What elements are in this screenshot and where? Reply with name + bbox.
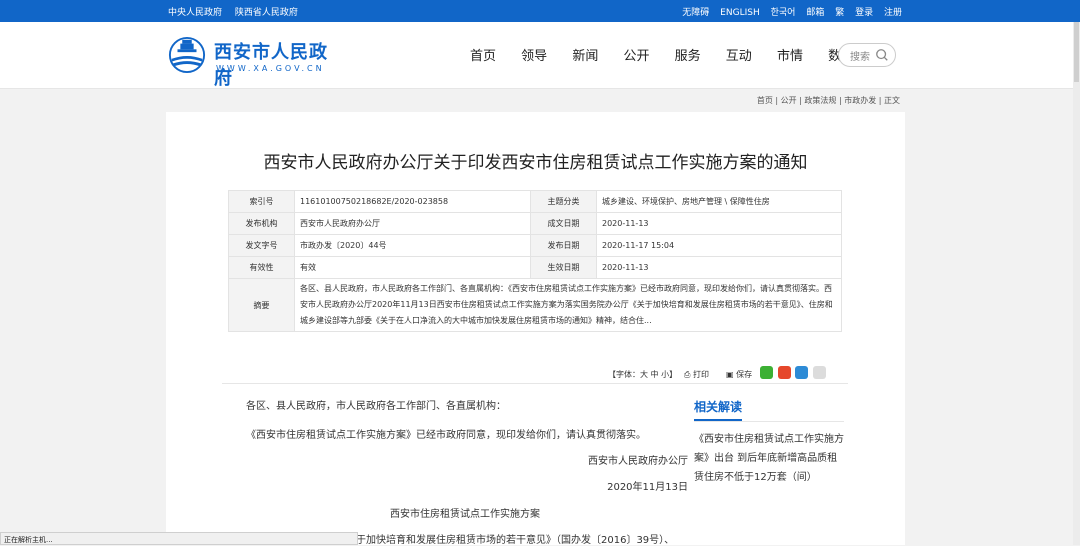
nav-city-info[interactable]: 市情: [777, 45, 803, 64]
topic-value: 城乡建设、环境保护、房地产管理 \ 保障性住房: [596, 190, 842, 213]
body-date: 2020年11月13日: [607, 482, 688, 493]
body-signature: 西安市人民政府办公厅: [588, 456, 688, 467]
validity-value: 有效: [294, 256, 531, 279]
save-button[interactable]: ▣ 保存: [726, 369, 752, 380]
site-domain: WWW.XA.GOV.CN: [216, 64, 325, 73]
search-placeholder: 搜索: [850, 52, 870, 63]
top-links-right: 无障碍 ENGLISH 한국어 邮箱 繁 登录 注册: [674, 5, 902, 18]
article-panel: 西安市人民政府办公厅关于印发西安市住房租赁试点工作实施方案的通知 索引号 116…: [166, 112, 905, 546]
body-paragraph: 《西安市住房租赁试点工作实施方案》已经市政府同意，现印发给你们，请认真贯彻落实。: [246, 430, 646, 441]
org-label: 发布机构: [228, 212, 295, 235]
doc-number-label: 发文字号: [228, 234, 295, 257]
browser-status-bar: 正在解析主机...: [0, 532, 358, 545]
main-nav: 首页 领导 新闻 公开 服务 互动 市情 数据: [470, 45, 875, 64]
wechat-icon[interactable]: [760, 366, 773, 379]
validity-label: 有效性: [228, 256, 295, 279]
scrollbar[interactable]: [1073, 22, 1080, 545]
related-link[interactable]: 《西安市住房租赁试点工作实施方案》出台 到后年底新增高品质租赁住房不低于12万套…: [694, 430, 844, 487]
top-bar: 中央人民政府 陕西省人民政府 无障碍 ENGLISH 한국어 邮箱 繁 登录 注…: [0, 0, 1080, 22]
nav-public[interactable]: 公开: [623, 45, 649, 64]
index-value: 11610100750218682E/2020-023858: [294, 190, 531, 213]
site-header: 西安市人民政府 WWW.XA.GOV.CN 首页 领导 新闻 公开 服务 互动 …: [0, 22, 1080, 89]
share-buttons: [760, 366, 828, 379]
summary-value: 各区、县人民政府，市人民政府各工作部门、各直属机构：《西安市住房租赁试点工作实施…: [294, 278, 842, 332]
related-divider: [694, 421, 844, 422]
topic-label: 主题分类: [530, 190, 597, 213]
nav-leaders[interactable]: 领导: [521, 45, 547, 64]
link-register[interactable]: 注册: [884, 8, 902, 18]
save-label: 保存: [736, 370, 753, 379]
print-button[interactable]: ⎙ 打印: [684, 369, 709, 380]
link-accessibility[interactable]: 无障碍: [682, 8, 709, 18]
link-english[interactable]: ENGLISH: [720, 8, 760, 18]
org-value: 西安市人民政府办公厅: [294, 212, 531, 235]
body-subtitle: 西安市住房租赁试点工作实施方案: [390, 509, 540, 520]
publish-date-label: 发布日期: [530, 234, 597, 257]
related-heading: 相关解读: [694, 398, 742, 421]
scrollbar-thumb[interactable]: [1074, 22, 1079, 82]
written-date-label: 成文日期: [530, 212, 597, 235]
weibo-icon[interactable]: [777, 366, 791, 379]
summary-label: 摘要: [228, 278, 295, 332]
link-korean[interactable]: 한국어: [771, 8, 796, 18]
page-title: 西安市人民政府办公厅关于印发西安市住房租赁试点工作实施方案的通知: [263, 153, 808, 173]
divider: [222, 383, 848, 384]
nav-home[interactable]: 首页: [470, 45, 496, 64]
qq-icon[interactable]: [795, 366, 809, 379]
body-paragraph-partial: 于加快培育和发展住房租赁市场的若干意见》（国办发〔2016〕39号）、: [356, 535, 675, 546]
link-mail[interactable]: 邮箱: [806, 8, 824, 18]
written-date-value: 2020-11-13: [596, 212, 842, 235]
related-readings: 相关解读 《西安市住房租赁试点工作实施方案》出台 到后年底新增高品质租赁住房不低…: [694, 398, 844, 483]
qzone-icon[interactable]: [812, 366, 826, 379]
link-traditional[interactable]: 繁: [835, 8, 844, 18]
document-info-table: 索引号 11610100750218682E/2020-023858 主题分类 …: [228, 190, 842, 332]
xian-emblem-icon: [168, 36, 206, 74]
top-links-left: 中央人民政府 陕西省人民政府: [168, 5, 308, 18]
site-logo[interactable]: 西安市人民政府 WWW.XA.GOV.CN: [168, 34, 338, 89]
effective-date-value: 2020-11-13: [596, 256, 842, 279]
nav-interaction[interactable]: 互动: [726, 45, 752, 64]
link-login[interactable]: 登录: [855, 8, 873, 18]
search-icon[interactable]: [875, 48, 889, 62]
link-central-gov[interactable]: 中央人民政府: [168, 8, 222, 18]
effective-date-label: 生效日期: [530, 256, 597, 279]
nav-services[interactable]: 服务: [675, 45, 701, 64]
print-label: 打印: [692, 370, 709, 379]
breadcrumb[interactable]: 首页 | 公开 | 政策法规 | 市政办发 | 正文: [757, 95, 900, 106]
font-size-control[interactable]: 【字体：大 中 小】: [608, 369, 677, 380]
link-shaanxi-gov[interactable]: 陕西省人民政府: [235, 8, 298, 18]
publish-date-value: 2020-11-17 15:04: [596, 234, 842, 257]
body-greeting: 各区、县人民政府，市人民政府各工作部门、各直属机构：: [246, 401, 506, 412]
nav-news[interactable]: 新闻: [572, 45, 598, 64]
index-label: 索引号: [228, 190, 295, 213]
search-box[interactable]: 搜索: [838, 43, 896, 67]
doc-number-value: 市政办发〔2020〕44号: [294, 234, 531, 257]
